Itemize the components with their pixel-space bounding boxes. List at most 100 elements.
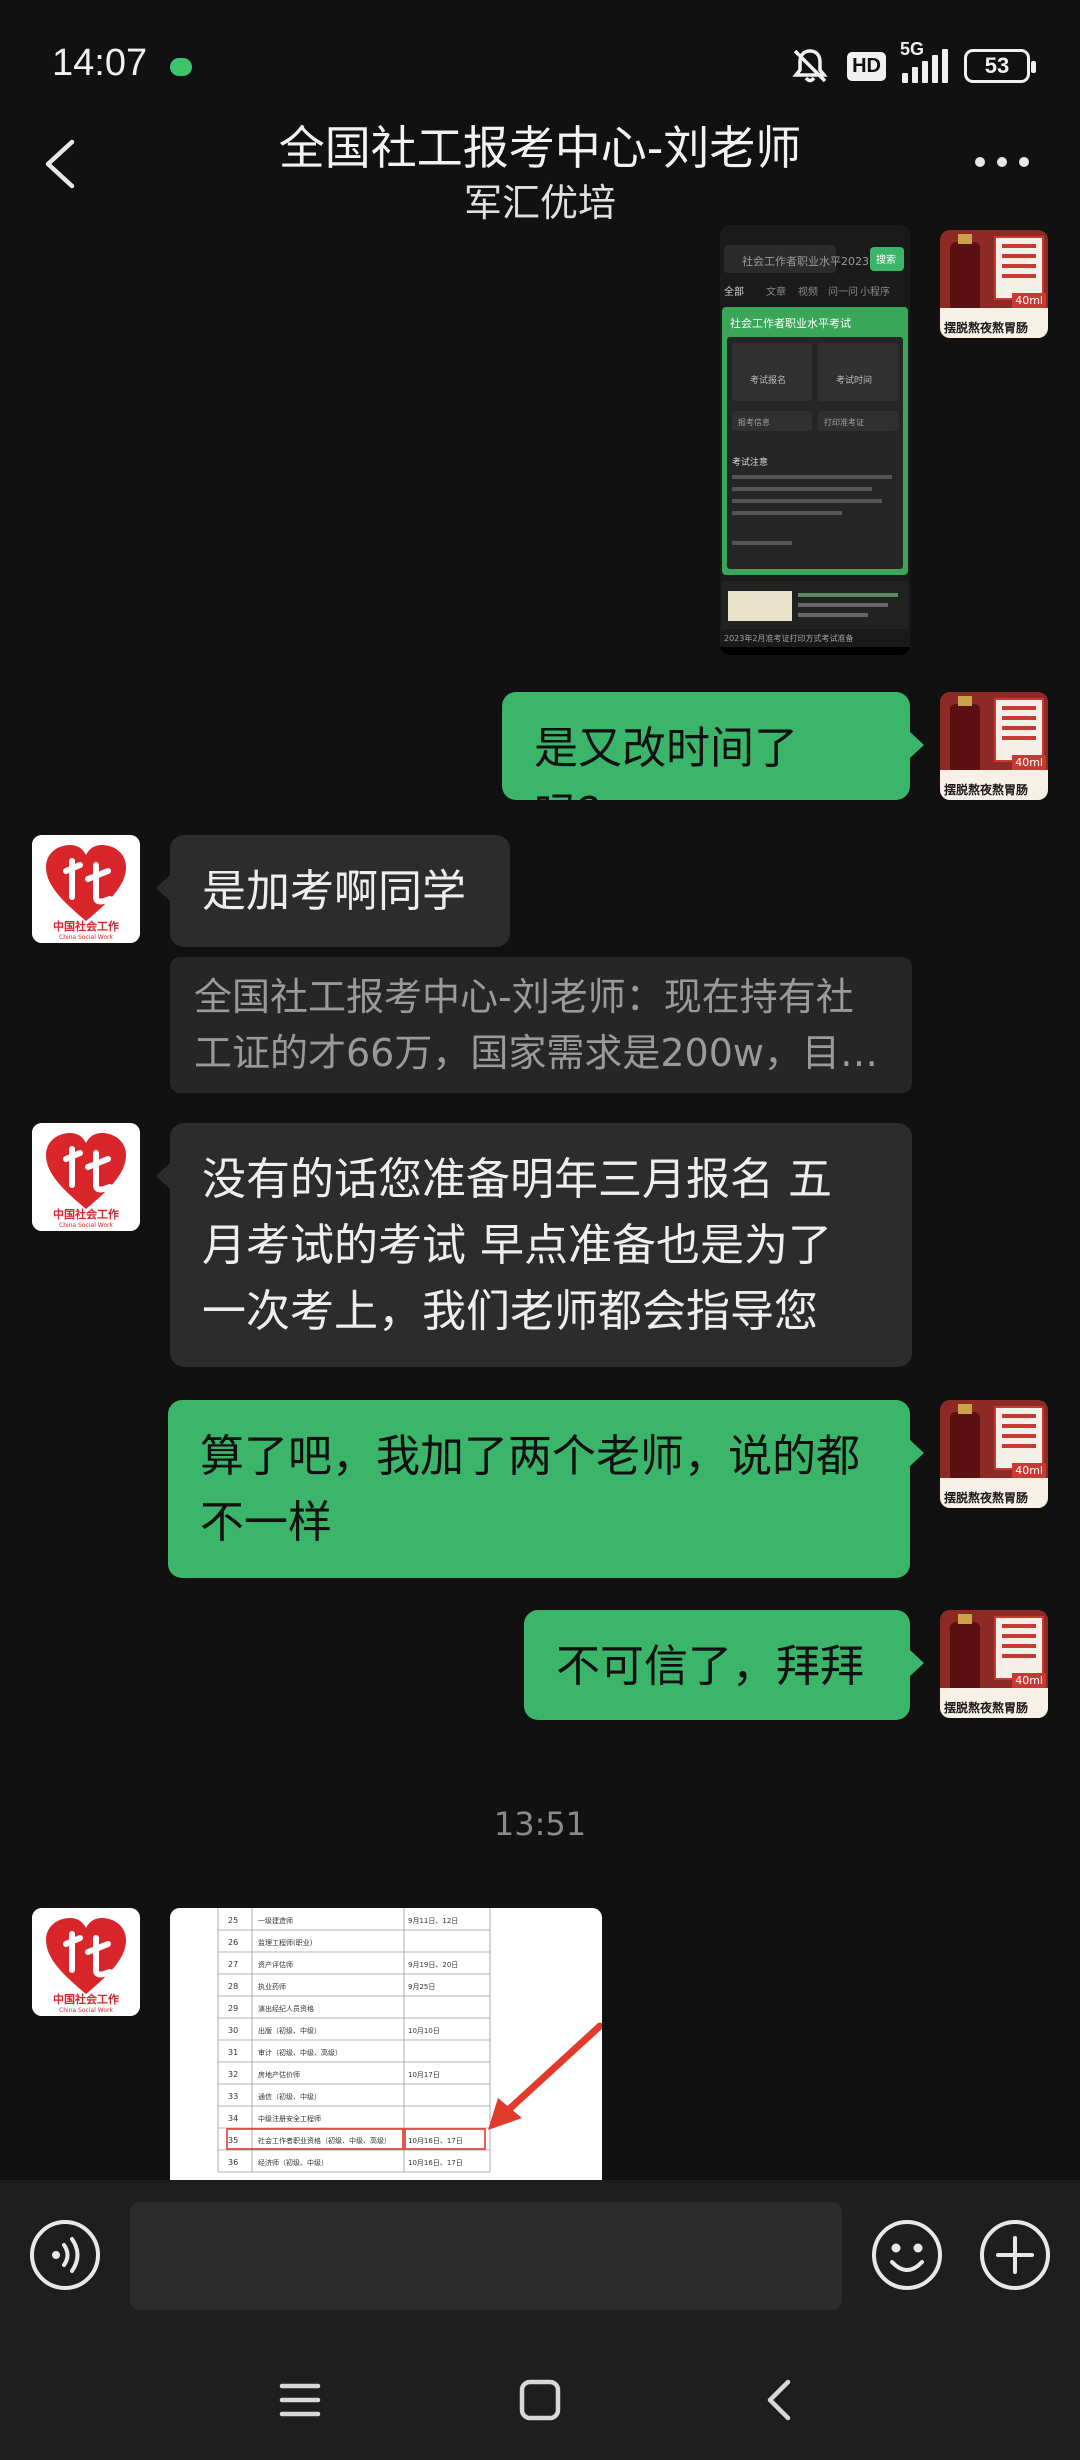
user-avatar[interactable]: 40ml 摆脱熬夜熬胃肠 [940,1400,1048,1508]
message-text: 是加考啊同学 [202,866,466,917]
schedule-row-name: 执业药师 [258,1982,286,1991]
message-line-2: 月考试的考试 早点准备也是为了 [202,1220,832,1271]
schedule-row-number: 34 [228,2114,238,2123]
status-time: 14:07 [52,42,148,84]
user-avatar[interactable]: 40ml 摆脱熬夜熬胃肠 [940,230,1048,338]
phone-tab-2: 视频 [798,285,818,298]
schedule-row-number: 33 [228,2092,238,2101]
battery-level: 53 [984,53,1010,78]
timestamp: 13:51 [493,1805,587,1843]
schedule-row-date: 9月25日 [408,1983,435,1991]
status-icons: HD 5G 53 [789,39,1036,88]
chat-title: 全国社工报考中心-刘老师 [278,121,802,175]
image-message-exam-schedule[interactable]: 25 一级建造师 9月11日、12日 26 监理工程师(职业) 27 资产评估师 9月19日、… [170,1908,602,2180]
schedule-row-date: 10月16日、17日 [408,2137,463,2145]
message-line-3: 一次考上，我们老师都会指导您 [202,1286,818,1337]
network-label: 5G [900,39,925,59]
svg-text:中国社会工作: 中国社会工作 [53,1992,119,2006]
quoted-line-2: 工证的才66万，国家需求是200w，目… [194,1031,878,1075]
schedule-row-number: 27 [228,1960,238,1969]
message-bubble-outgoing[interactable]: 算了吧，我加了两个老师，说的都 不一样 [168,1400,924,1578]
quoted-line-1: 全国社工报考中心-刘老师：现在持有社 [194,975,854,1019]
schedule-row-number: 30 [228,2026,238,2035]
user-avatar[interactable]: 40ml 摆脱熬夜熬胃肠 [940,1610,1048,1718]
phone-card-title: 社会工作者职业水平考试 [730,316,851,330]
teacher-avatar[interactable]: 中国社会工作 China Social Work [32,1123,140,1231]
back-icon[interactable] [750,2370,810,2430]
schedule-row-name: 通信（初级、中级） [258,2092,321,2101]
svg-text:中国社会工作: 中国社会工作 [53,1207,119,1221]
schedule-row-name: 经济师（初级、中级） [258,2158,328,2167]
svg-text:China Social Work: China Social Work [59,1222,113,1229]
phone-section: 考试注意 [732,456,768,468]
phone-search-button: 搜索 [876,253,896,266]
phone-card-item-0: 考试报名 [750,374,786,386]
schedule-row-name: 监理工程师(职业) [258,1938,313,1947]
schedule-row-name: 中级注册安全工程师 [258,2114,321,2123]
emoji-icon[interactable] [870,2218,944,2292]
message-text: 不可信了，拜拜 [556,1641,864,1692]
signal-icon: 5G [900,39,948,83]
china-social-work-logo-icon: 中国社会工作 China Social Work [32,1908,140,2016]
user-avatar-tag: 40ml [1012,1463,1046,1478]
battery-icon: 53 [964,49,1036,83]
message-bubble-outgoing[interactable]: 是又改时间了吗？ [502,692,924,840]
schedule-row-date: 10月10日 [408,2027,440,2035]
schedule-row-date: 10月17日 [408,2071,440,2079]
schedule-row-number: 31 [228,2048,238,2057]
chat-header: 全国社工报考中心-刘老师 军汇优培 [0,100,1080,230]
phone-screenshot-image: 社会工作者职业水平2023 搜索 全部 文章 视频 问一问 小程序 社会工作者职… [720,225,910,655]
teacher-avatar[interactable]: 中国社会工作 China Social Work [32,1908,140,2016]
message-bubble-incoming[interactable]: 是加考啊同学 [156,835,510,947]
schedule-row-name: 演出经纪人员资格 [258,2004,314,2013]
schedule-row-name: 审计（初级、中级、高级） [258,2048,342,2057]
schedule-row-number: 36 [228,2158,238,2167]
schedule-row-number: 28 [228,1982,238,1991]
message-line-2: 不一样 [200,1497,332,1548]
china-social-work-logo-icon: 中国社会工作 China Social Work [32,835,140,943]
schedule-row-name: 房地产估价师 [258,2070,300,2079]
schedule-row-number: 26 [228,1938,238,1947]
user-avatar-tag: 40ml [1012,293,1046,308]
user-avatar-tag: 40ml [1012,755,1046,770]
user-avatar-band: 摆脱熬夜熬胃肠 [944,1491,1029,1505]
user-avatar[interactable]: 40ml 摆脱熬夜熬胃肠 [940,692,1048,800]
notification-dot-icon [170,58,192,76]
svg-text:China Social Work: China Social Work [59,2007,113,2014]
schedule-row-number: 25 [228,1916,238,1925]
svg-text:中国社会工作: 中国社会工作 [53,919,119,933]
quoted-message[interactable]: 全国社工报考中心-刘老师：现在持有社 工证的才66万，国家需求是200w，目… [170,957,912,1093]
input-bar [0,2180,1080,2330]
user-avatar-band: 摆脱熬夜熬胃肠 [944,783,1029,797]
schedule-row-name: 资产评估师 [258,1960,293,1969]
schedule-row-name: 出版（初级、中级） [258,2026,321,2035]
image-message-phone-screenshot[interactable]: 社会工作者职业水平2023 搜索 全部 文章 视频 问一问 小程序 社会工作者职… [720,225,910,655]
voice-icon[interactable] [28,2218,102,2292]
phone-tab-4: 小程序 [860,285,890,298]
phone-bottom-text: 2023年2月准考证打印方式考试准备 [724,633,853,643]
schedule-row-name: 一级建造师 [258,1916,293,1925]
plus-icon[interactable] [978,2218,1052,2292]
china-social-work-logo-icon: 中国社会工作 China Social Work [32,1123,140,1231]
message-input[interactable] [130,2202,842,2310]
mute-icon [792,49,828,83]
teacher-avatar[interactable]: 中国社会工作 China Social Work [32,835,140,943]
message-line-1: 没有的话您准备明年三月报名 五 [202,1154,832,1205]
schedule-row-name: 社会工作者职业资格（初级、中级、高级） [258,2136,391,2145]
chat-area[interactable]: 社会工作者职业水平2023 搜索 全部 文章 视频 问一问 小程序 社会工作者职… [0,225,1080,2180]
phone-tab-3: 问一问 [828,285,858,298]
user-avatar-band: 摆脱熬夜熬胃肠 [944,1701,1029,1715]
schedule-row-number: 32 [228,2070,238,2079]
more-dots-icon[interactable] [974,152,1030,172]
phone-row-item-0: 报考信息 [738,417,770,427]
menu-icon[interactable] [270,2370,330,2430]
phone-card-item-1: 考试时间 [836,374,872,386]
chat-subtitle: 军汇优培 [463,181,616,225]
phone-tab-0: 全部 [724,285,744,298]
home-icon[interactable] [510,2370,570,2430]
message-bubble-outgoing[interactable]: 不可信了，拜拜 [524,1610,924,1720]
message-text: 是又改时间了吗？ [534,723,798,840]
system-nav-bar [0,2330,1080,2460]
message-bubble-incoming[interactable]: 没有的话您准备明年三月报名 五 月考试的考试 早点准备也是为了 一次考上，我们老… [156,1123,912,1367]
message-line-1: 算了吧，我加了两个老师，说的都 [200,1431,860,1482]
